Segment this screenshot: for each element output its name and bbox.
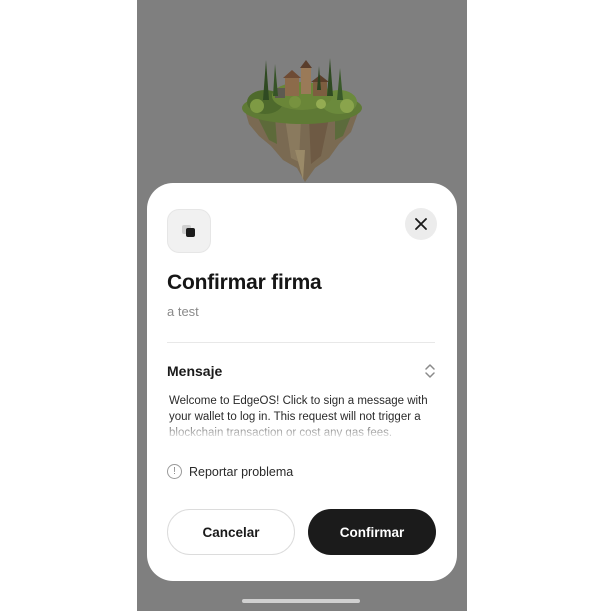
report-problem-label: Reportar problema bbox=[189, 464, 294, 479]
confirm-button[interactable]: Confirmar bbox=[308, 509, 436, 555]
divider bbox=[167, 342, 435, 343]
sheet-title: Confirmar firma bbox=[167, 271, 322, 294]
cancel-button[interactable]: Cancelar bbox=[167, 509, 295, 555]
info-circle-icon: ! bbox=[167, 464, 182, 479]
message-text: Welcome to EdgeOS! Click to sign a messa… bbox=[169, 395, 428, 437]
close-button[interactable] bbox=[405, 208, 437, 240]
phone-screen: Confirmar firma a test Mensaje Welcome t… bbox=[137, 0, 467, 611]
confirm-signature-sheet: Confirmar firma a test Mensaje Welcome t… bbox=[147, 183, 457, 581]
sheet-subtitle: a test bbox=[167, 304, 199, 319]
chevron-up-down-icon[interactable] bbox=[423, 361, 437, 381]
message-section-label: Mensaje bbox=[167, 363, 223, 379]
app-icon bbox=[167, 209, 211, 253]
app-icon-glyph bbox=[186, 228, 195, 237]
floating-island-illustration bbox=[235, 40, 369, 182]
home-indicator[interactable] bbox=[242, 599, 360, 603]
report-problem-link[interactable]: ! Reportar problema bbox=[167, 464, 293, 479]
close-icon bbox=[415, 218, 427, 230]
message-section-header[interactable]: Mensaje bbox=[167, 360, 437, 382]
